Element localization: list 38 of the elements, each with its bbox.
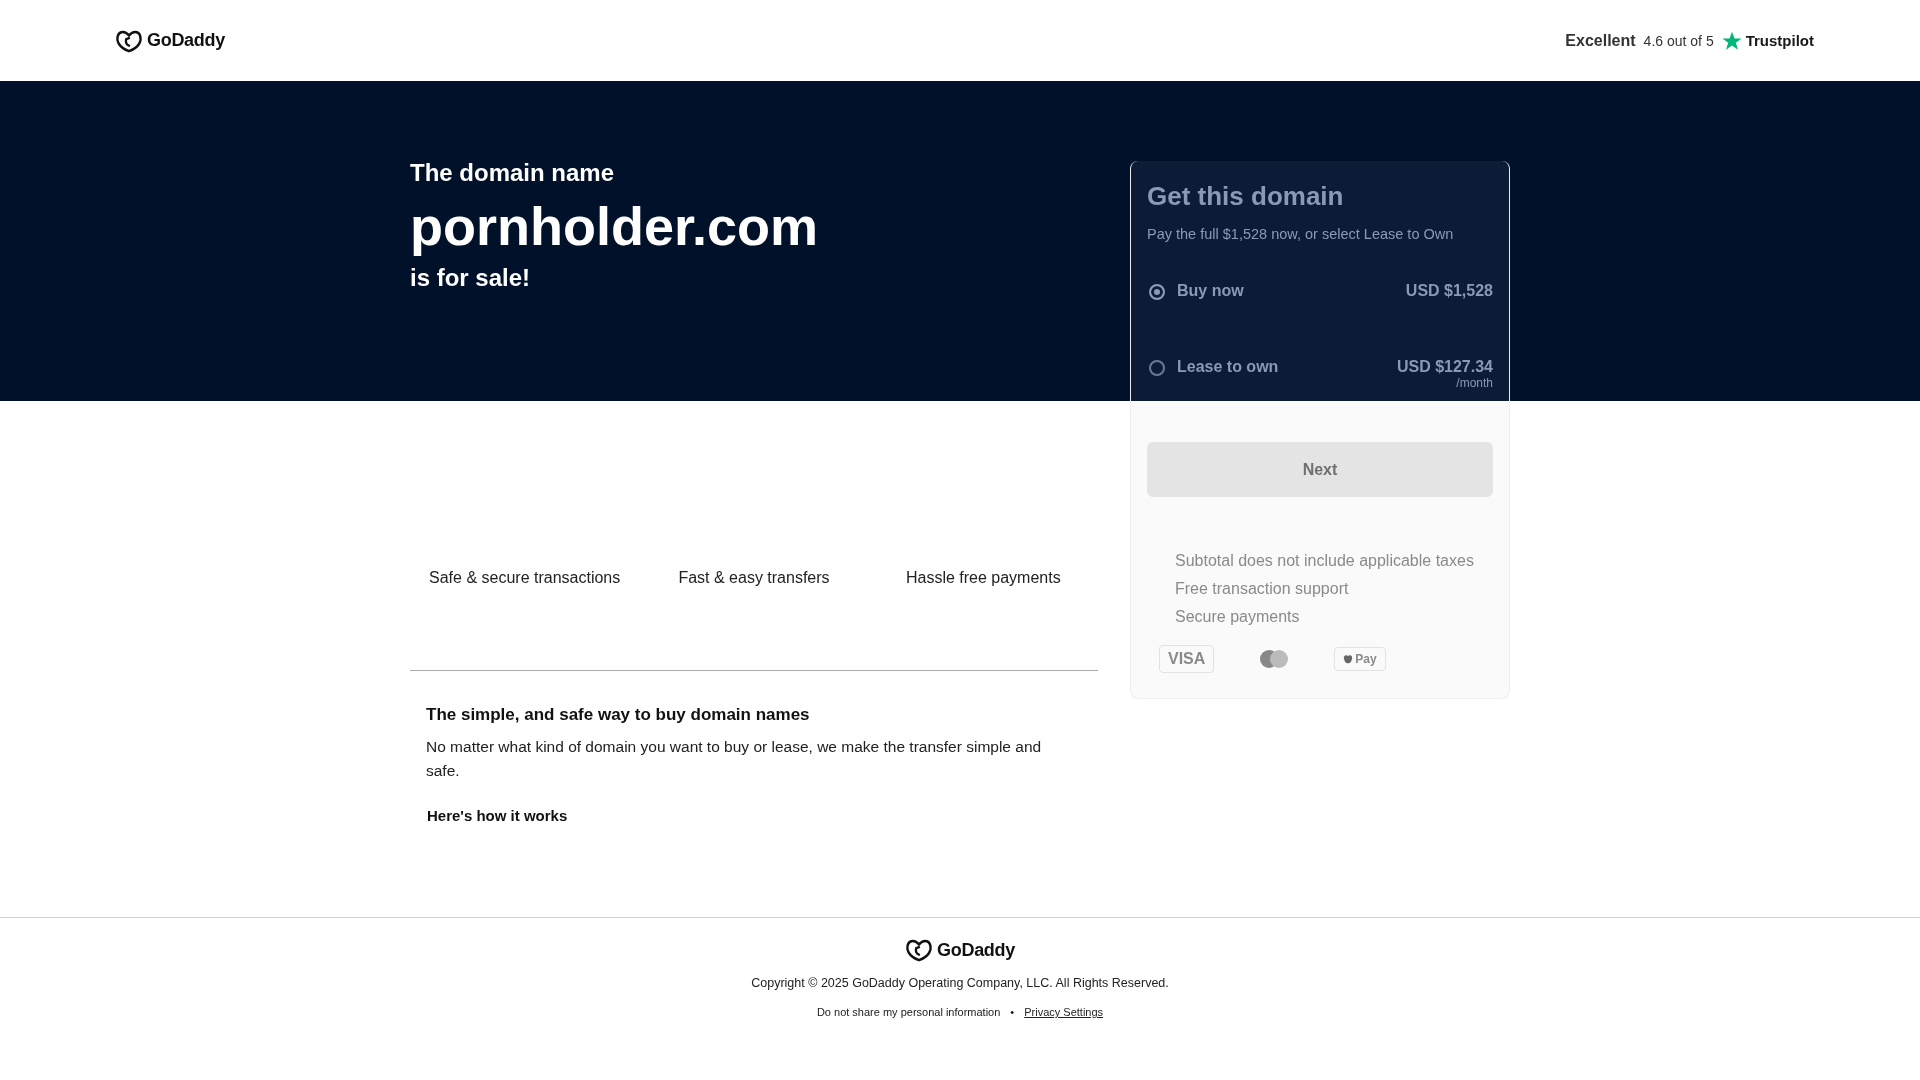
rating-score: 4.6 out of 5 bbox=[1643, 32, 1714, 49]
feature-label: Hassle free payments bbox=[904, 568, 1062, 588]
card-title: Get this domain bbox=[1147, 181, 1345, 212]
star-icon bbox=[1721, 30, 1742, 51]
card-subtitle: Pay the full $1,528 now, or select Lease to Own bbox=[1147, 226, 1455, 242]
radio-button[interactable] bbox=[1149, 284, 1165, 300]
how-it-works-link[interactable]: Here's how it works bbox=[427, 807, 568, 824]
visa-logo: VISA bbox=[1159, 645, 1215, 673]
info-text: No matter what kind of domain you want to buy or lease, we make the transfer simple and safe. bbox=[426, 737, 1043, 781]
option-label: Buy now bbox=[1177, 282, 1245, 300]
option-price: USD $1,528 bbox=[1405, 282, 1493, 300]
privacy-link[interactable]: Do not share my personal information bbox=[816, 1006, 1001, 1018]
separator-dot: • bbox=[1010, 1006, 1015, 1018]
purchase-option[interactable]: Buy now USD $1,528 bbox=[1147, 282, 1493, 358]
next-button[interactable]: Next bbox=[1147, 442, 1493, 497]
apple-pay-logo: Pay bbox=[1334, 647, 1386, 671]
rating-label: Excellent bbox=[1565, 31, 1636, 50]
logo-icon bbox=[115, 28, 143, 53]
privacy-settings-link[interactable]: Privacy Settings bbox=[1024, 1006, 1104, 1018]
domain-name: pornholder.com bbox=[410, 197, 820, 257]
feature-label: Fast & easy transfers bbox=[677, 568, 831, 588]
price-note: /month bbox=[1456, 376, 1493, 390]
godaddy-logo[interactable]: GoDaddy bbox=[905, 938, 1015, 962]
card-note: Free transaction support bbox=[1175, 579, 1350, 599]
option-price: USD $127.34 bbox=[1396, 358, 1493, 376]
option-label: Lease to own bbox=[1177, 358, 1280, 376]
radio-button[interactable] bbox=[1149, 360, 1165, 376]
godaddy-logo[interactable]: GoDaddy bbox=[115, 28, 225, 53]
trustpilot-label[interactable]: Trustpilot bbox=[1745, 32, 1814, 49]
copyright-text: Copyright © 2025 GoDaddy Operating Company, LLC. All Rights Reserved. bbox=[751, 976, 1169, 990]
info-title: The simple, and safe way to buy domain names bbox=[426, 705, 811, 725]
feature-label: Safe & secure transactions bbox=[428, 568, 622, 588]
card-note: Secure payments bbox=[1175, 607, 1301, 627]
purchase-option[interactable]: Lease to own USD $127.34 /month bbox=[1147, 358, 1493, 434]
logo-icon bbox=[905, 938, 934, 962]
hero-outro: is for sale! bbox=[410, 264, 532, 293]
hero-intro: The domain name bbox=[410, 159, 616, 187]
card-note: Subtotal does not include applicable taxes bbox=[1175, 551, 1475, 571]
